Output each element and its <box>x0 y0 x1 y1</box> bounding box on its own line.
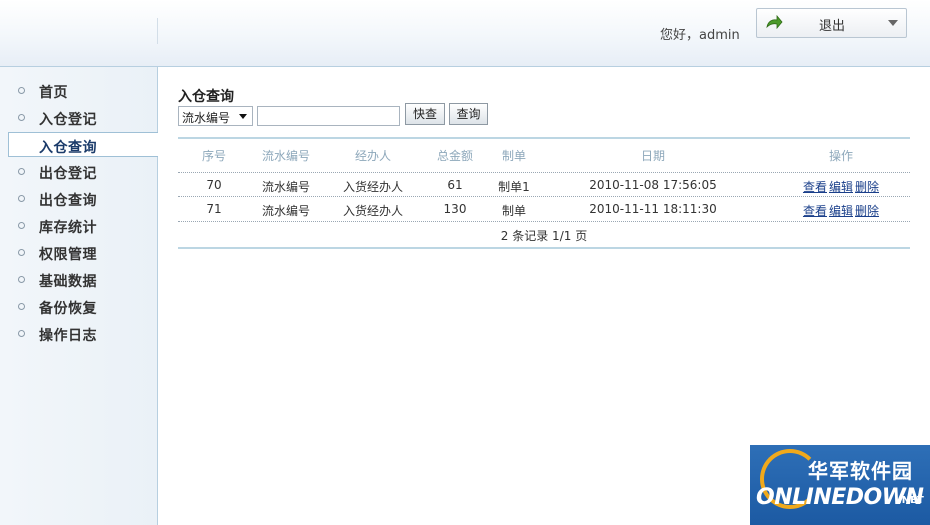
column-header: 经办人 <box>354 149 391 163</box>
cell-date: 2010-11-08 17:56:05 <box>589 178 717 192</box>
delete-link[interactable]: 删除 <box>855 180 879 194</box>
bullet-icon <box>18 114 25 121</box>
cell-operations: 查看 编辑 删除 <box>786 202 896 219</box>
cell-handler: 入货经办人 <box>342 204 403 218</box>
edit-link[interactable]: 编辑 <box>829 204 853 218</box>
search-input[interactable] <box>257 106 400 126</box>
view-link[interactable]: 查看 <box>803 180 827 194</box>
sidebar-item-label: 权限管理 <box>39 247 97 263</box>
delete-link[interactable]: 删除 <box>855 204 879 218</box>
cell-amount: 130 <box>443 202 467 216</box>
table-row: 71 流水编号 入货经办人 130 制单 2010-11-11 18:11:30… <box>178 197 910 222</box>
column-header: 制单 <box>501 149 526 163</box>
header-divider <box>157 18 158 44</box>
bullet-icon <box>18 222 25 229</box>
sidebar-item-label: 出仓查询 <box>39 193 97 209</box>
column-header: 日期 <box>640 149 665 163</box>
cell-id: 71 <box>206 202 222 216</box>
logout-arrow-icon <box>766 15 783 30</box>
cell-serial: 流水编号 <box>261 204 310 218</box>
logout-button[interactable]: 退出 <box>756 8 907 38</box>
bullet-icon <box>18 276 25 283</box>
cell-amount: 61 <box>447 178 463 192</box>
column-header: 操作 <box>828 149 853 163</box>
column-header: 序号 <box>201 149 226 163</box>
user-greeting: 您好，admin <box>660 28 740 43</box>
sidebar-item-backup-restore[interactable]: 备份恢复 <box>0 294 158 319</box>
bullet-icon <box>18 330 25 337</box>
sidebar-item-label: 出仓登记 <box>39 166 97 182</box>
cell-handler: 入货经办人 <box>342 180 403 194</box>
sidebar-item-inbound-register[interactable]: 入仓登记 <box>0 105 158 130</box>
sidebar-item-base-data[interactable]: 基础数据 <box>0 267 158 292</box>
table-row: 70 流水编号 入货经办人 61 制单1 2010-11-08 17:56:05… <box>178 172 910 197</box>
chevron-down-icon <box>888 20 898 26</box>
sidebar: 首页 入仓登记 入仓查询 出仓登记 出仓查询 库存统计 权限管理 基础数据 备份… <box>0 67 158 525</box>
sidebar-item-inbound-query[interactable]: 入仓查询 <box>8 132 158 157</box>
sidebar-item-inventory-stats[interactable]: 库存统计 <box>0 213 158 238</box>
search-field-value: 流水编号 <box>182 111 231 125</box>
bullet-icon <box>18 249 25 256</box>
onlinedown-logo: 华军软件园 ONLINEDOWN .NET <box>750 445 930 525</box>
cell-operations: 查看 编辑 删除 <box>786 178 896 195</box>
view-link[interactable]: 查看 <box>803 204 827 218</box>
column-header: 流水编号 <box>261 149 310 163</box>
sidebar-item-permissions[interactable]: 权限管理 <box>0 240 158 265</box>
sidebar-item-label: 备份恢复 <box>39 301 97 317</box>
cell-maker: 制单1 <box>498 180 530 194</box>
sidebar-item-label: 基础数据 <box>39 274 97 290</box>
dropdown-arrow-icon <box>239 114 247 119</box>
sidebar-item-outbound-query[interactable]: 出仓查询 <box>0 186 158 211</box>
cell-maker: 制单 <box>501 204 526 218</box>
sidebar-item-label: 入仓查询 <box>39 140 97 156</box>
results-table <box>178 137 910 139</box>
bullet-icon <box>18 195 25 202</box>
column-header: 总金额 <box>436 149 473 163</box>
table-top-rule <box>178 137 910 139</box>
sidebar-item-label: 操作日志 <box>39 328 97 344</box>
sidebar-item-label: 入仓登记 <box>39 112 97 128</box>
sidebar-item-outbound-register[interactable]: 出仓登记 <box>0 159 158 184</box>
bullet-icon <box>18 168 25 175</box>
bullet-icon <box>18 303 25 310</box>
page-title: 入仓查询 <box>178 89 234 105</box>
cell-id: 70 <box>206 178 222 192</box>
sidebar-item-label: 库存统计 <box>39 220 97 236</box>
cell-serial: 流水编号 <box>261 180 310 194</box>
search-field-select[interactable]: 流水编号 <box>178 106 253 126</box>
logo-cn-text: 华军软件园 <box>808 459 913 483</box>
logo-net-text: .NET <box>898 495 924 506</box>
cell-date: 2010-11-11 18:11:30 <box>589 202 717 216</box>
table-header-row: 序号 流水编号 经办人 总金额 制单 日期 操作 <box>178 143 910 168</box>
quick-search-button[interactable]: 快查 <box>405 103 445 125</box>
sidebar-item-label: 首页 <box>39 85 68 101</box>
sidebar-item-home[interactable]: 首页 <box>0 78 158 103</box>
query-button[interactable]: 查询 <box>449 103 488 125</box>
edit-link[interactable]: 编辑 <box>829 180 853 194</box>
bullet-icon <box>18 87 25 94</box>
logout-label: 退出 <box>819 19 846 34</box>
top-header: 您好，admin 退出 <box>0 0 930 67</box>
table-bottom-rule <box>178 247 910 249</box>
sidebar-item-operation-log[interactable]: 操作日志 <box>0 321 158 346</box>
pagination-summary: 2 条记录 1/1 页 <box>500 229 588 243</box>
